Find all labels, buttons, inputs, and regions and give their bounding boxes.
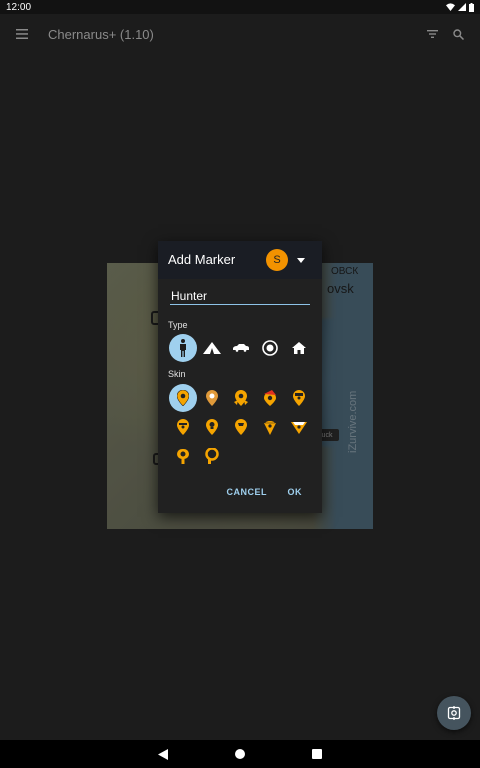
nav-home-button[interactable] — [234, 748, 246, 760]
skin-option-11[interactable] — [169, 442, 197, 470]
signal-icon — [458, 3, 466, 11]
menu-button[interactable] — [12, 24, 32, 44]
marker-pin-icon — [177, 390, 189, 406]
ok-button[interactable]: OK — [288, 487, 303, 497]
skin-option-12[interactable] — [198, 442, 226, 470]
status-bar: 12:00 — [0, 0, 480, 14]
marker-name-input[interactable] — [170, 288, 310, 305]
app-title: Chernarus+ (1.10) — [48, 27, 154, 42]
locate-button[interactable] — [437, 696, 471, 730]
group-avatar[interactable]: S — [266, 249, 288, 271]
house-icon — [292, 342, 306, 354]
map-label-city: ovsk — [327, 281, 354, 296]
nav-back-button[interactable] — [157, 748, 169, 760]
marker-pin-icon — [206, 390, 218, 406]
marker-pin-icon — [291, 422, 307, 434]
filter-button[interactable] — [422, 24, 442, 44]
skin-selector — [169, 384, 315, 474]
skin-option-5[interactable] — [285, 384, 313, 412]
marker-pin-icon — [264, 420, 276, 435]
recents-square-icon — [312, 749, 322, 759]
cancel-button[interactable]: CANCEL — [227, 487, 268, 497]
wifi-icon — [446, 3, 455, 11]
map-sea — [313, 263, 373, 529]
crosshair-icon — [447, 706, 461, 720]
add-marker-dialog: Add Marker S Type — [158, 241, 322, 513]
skin-label: Skin — [168, 369, 186, 379]
person-icon — [180, 339, 186, 357]
status-icons — [446, 2, 474, 12]
app-bar: Chernarus+ (1.10) — [0, 14, 480, 54]
type-selector — [169, 334, 315, 362]
skin-option-9[interactable] — [256, 413, 284, 441]
marker-pin-icon — [235, 419, 247, 435]
marker-pin-icon — [293, 390, 305, 406]
search-button[interactable] — [448, 24, 468, 44]
car-icon — [233, 344, 249, 352]
target-icon — [262, 340, 278, 356]
tent-icon — [203, 342, 221, 354]
battery-icon — [469, 2, 474, 12]
skin-option-1[interactable] — [169, 384, 197, 412]
skin-option-6[interactable] — [169, 413, 197, 441]
home-circle-icon — [235, 749, 245, 759]
type-label: Type — [168, 320, 188, 330]
skin-option-3[interactable] — [227, 384, 255, 412]
marker-pin-icon — [206, 419, 218, 435]
dialog-title: Add Marker — [168, 252, 236, 267]
type-option-car[interactable] — [227, 334, 255, 362]
group-dropdown-button[interactable] — [296, 255, 306, 265]
dialog-header: Add Marker S — [158, 241, 322, 279]
map-label-top: ОВСК — [331, 266, 359, 277]
dialog-actions: CANCEL OK — [158, 487, 322, 503]
skin-option-10[interactable] — [285, 413, 313, 441]
status-time: 12:00 — [6, 1, 32, 13]
filter-icon — [426, 30, 438, 38]
back-triangle-icon — [158, 748, 168, 760]
marker-pin-icon — [177, 449, 189, 464]
search-icon — [452, 28, 464, 40]
skin-option-8[interactable] — [227, 413, 255, 441]
type-option-person[interactable] — [169, 334, 197, 362]
navigation-bar — [0, 740, 480, 768]
nav-recents-button[interactable] — [311, 748, 323, 760]
marker-pin-icon — [264, 390, 276, 406]
type-option-target[interactable] — [256, 334, 284, 362]
marker-pin-icon — [234, 390, 248, 406]
marker-pin-icon — [205, 448, 219, 464]
skin-option-2[interactable] — [198, 384, 226, 412]
hamburger-icon — [16, 29, 28, 39]
dropdown-arrow-icon — [297, 257, 305, 263]
skin-option-4[interactable] — [256, 384, 284, 412]
map-watermark: iZurvive.com — [347, 390, 359, 453]
type-option-house[interactable] — [285, 334, 313, 362]
skin-option-7[interactable] — [198, 413, 226, 441]
type-option-tent[interactable] — [198, 334, 226, 362]
marker-pin-icon — [177, 419, 189, 435]
